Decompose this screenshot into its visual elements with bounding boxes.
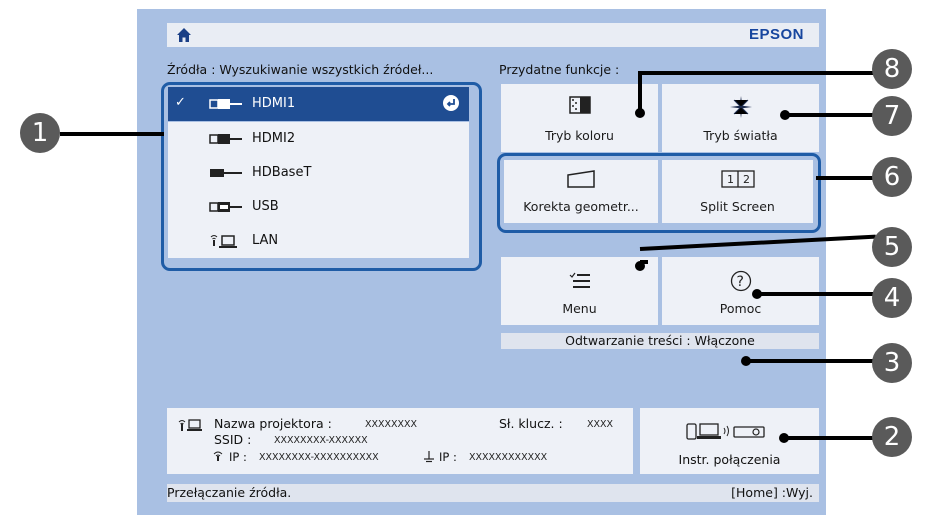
ssid-label: SSID : [214,432,252,447]
connection-devices-icon [686,423,765,440]
tile-light-mode[interactable]: Tryb światła [662,84,819,152]
sources-label: Źródła : Wyszukiwanie wszystkich źródeł.… [167,62,434,77]
callout-7-line [785,113,876,117]
footer-home-exit: [Home] :Wyj. [731,485,813,500]
footer-hint: Przełączanie źródła. [167,485,292,500]
wired-icon [424,451,434,463]
callout-6-line [816,176,876,180]
ip2-value: XXXXXXXXXXXX [469,452,548,463]
hdmi-icon [209,99,242,109]
source-item-hdmi1[interactable]: ✓ HDMI1 [168,87,469,121]
tile-geometry-correction[interactable]: Korekta geometr... [504,160,658,223]
callout-8: 8 [872,49,912,89]
tile-label: Pomoc [719,301,762,316]
keyword-value: XXXX [587,419,614,430]
color-mode-icon [568,96,591,114]
wireless-icon [213,451,223,461]
callout-5-connector [640,260,648,264]
source-name: HDMI2 [252,131,296,146]
brand-logo: EPSON [748,26,804,43]
bottom-bar: Przełączanie źródła. [Home] :Wyj. [167,484,819,502]
source-name: HDMI1 [252,96,296,111]
source-item-lan[interactable]: LAN [168,224,469,258]
connection-guide-label: Instr. połączenia [678,452,781,467]
projector-name-label: Nazwa projektora : [214,416,332,431]
light-mode-icon [729,96,752,118]
callout-8-vline [638,71,642,113]
source-name: LAN [252,233,279,248]
source-item-hdmi2[interactable]: HDMI2 [168,122,469,156]
split-screen-icon: 1 2 [720,170,755,188]
ip-label: IP : [229,450,247,464]
callout-4: 4 [872,278,912,318]
callout-2: 2 [872,417,912,457]
svg-text:2: 2 [743,173,750,186]
callout-5: 5 [872,227,912,267]
projector-name-value: XXXXXXXX [365,419,418,430]
source-name: USB [252,199,279,214]
tile-help[interactable]: ? Pomoc [662,257,819,325]
callout-1-line [60,132,164,136]
callout-7: 7 [872,96,912,136]
tile-label: Tryb światła [703,128,778,143]
source-item-usb[interactable]: USB [168,190,469,224]
lan-icon [210,235,237,248]
check-icon: ✓ [175,95,186,110]
callout-2-line [784,436,876,440]
hdmi-icon [209,134,242,144]
tile-label: Split Screen [700,199,775,214]
hdbaset-icon [210,169,242,177]
menu-icon [569,272,590,288]
tile-label: Tryb koloru [545,128,614,143]
ip-value: XXXXXXXX-XXXXXXXXXX [259,452,379,463]
source-item-hdbaset[interactable]: HDBaseT [168,156,469,190]
enter-icon [443,95,459,111]
callout-1: 1 [20,113,60,153]
network-info-panel: Nazwa projektora : XXXXXXXX Sł. klucz. :… [167,408,633,474]
home-icon[interactable] [176,27,192,43]
tile-split-screen[interactable]: 1 2 Split Screen [662,160,813,223]
help-icon: ? [730,270,751,292]
svg-text:?: ? [736,274,743,290]
ip2-label: IP : [439,450,457,464]
network-icon [178,419,202,431]
functions-label: Przydatne funkcje : [499,62,620,77]
callout-4-line [757,292,876,296]
tile-color-mode[interactable]: Tryb koloru [501,84,658,152]
source-name: HDBaseT [252,165,312,180]
ssid-value: XXXXXXXX-XXXXXX [274,435,368,446]
content-playback-status: Odtwarzanie treści : Włączone [501,333,819,349]
usb-icon [209,202,242,212]
top-bar: EPSON [167,23,819,47]
keyword-label: Sł. klucz. : [499,416,563,431]
callout-8-line [638,71,876,75]
callout-3-line [746,359,876,363]
tile-label: Menu [562,301,597,316]
svg-text:1: 1 [727,173,734,186]
callout-6: 6 [872,157,912,197]
geometry-icon [567,170,595,188]
connection-guide-button[interactable]: Instr. połączenia [640,408,819,474]
callout-3: 3 [872,343,912,383]
tile-label: Korekta geometr... [523,199,639,214]
